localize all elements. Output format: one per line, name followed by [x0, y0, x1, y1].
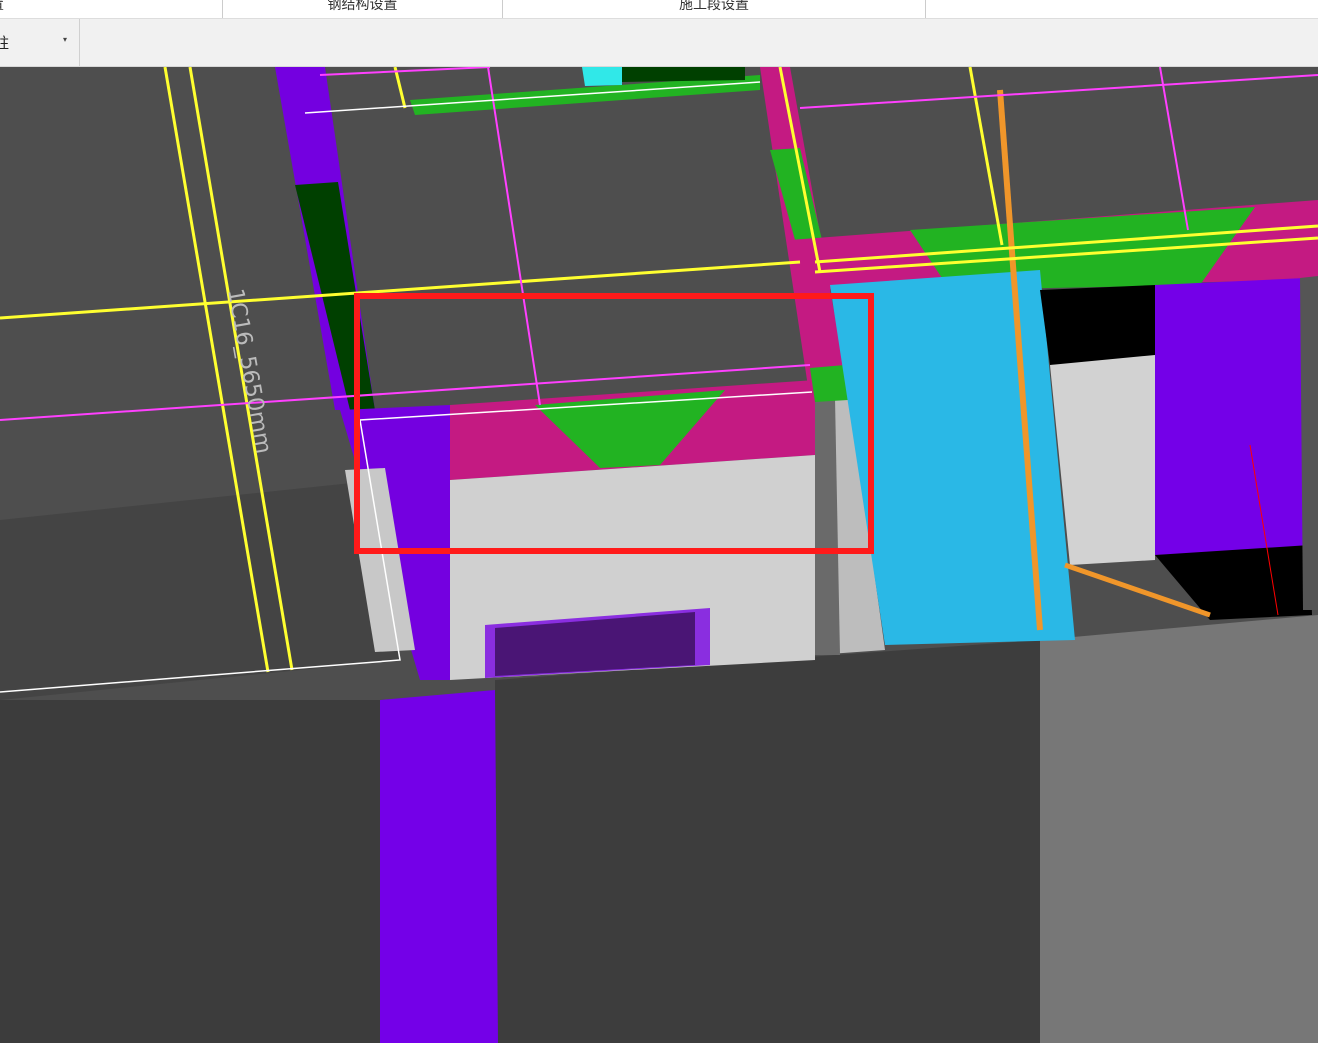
tab-bar: 置 钢结构设置 施工段设置: [0, 0, 1318, 19]
tab-construction-section-settings[interactable]: 施工段设置: [503, 0, 926, 18]
tab-partial[interactable]: 置: [0, 0, 223, 18]
purple-column: [380, 690, 498, 1043]
component-type-dropdown[interactable]: 柱 ▾: [0, 19, 80, 66]
3d-viewport[interactable]: 1C16_5650mm: [0, 67, 1318, 1043]
wall-grey: [1040, 615, 1318, 1043]
toolbar: 柱 ▾: [0, 19, 1318, 67]
chevron-down-icon: ▾: [63, 35, 68, 44]
tab-steel-structure-settings[interactable]: 钢结构设置: [223, 0, 503, 18]
dropdown-value: 柱: [0, 34, 10, 52]
